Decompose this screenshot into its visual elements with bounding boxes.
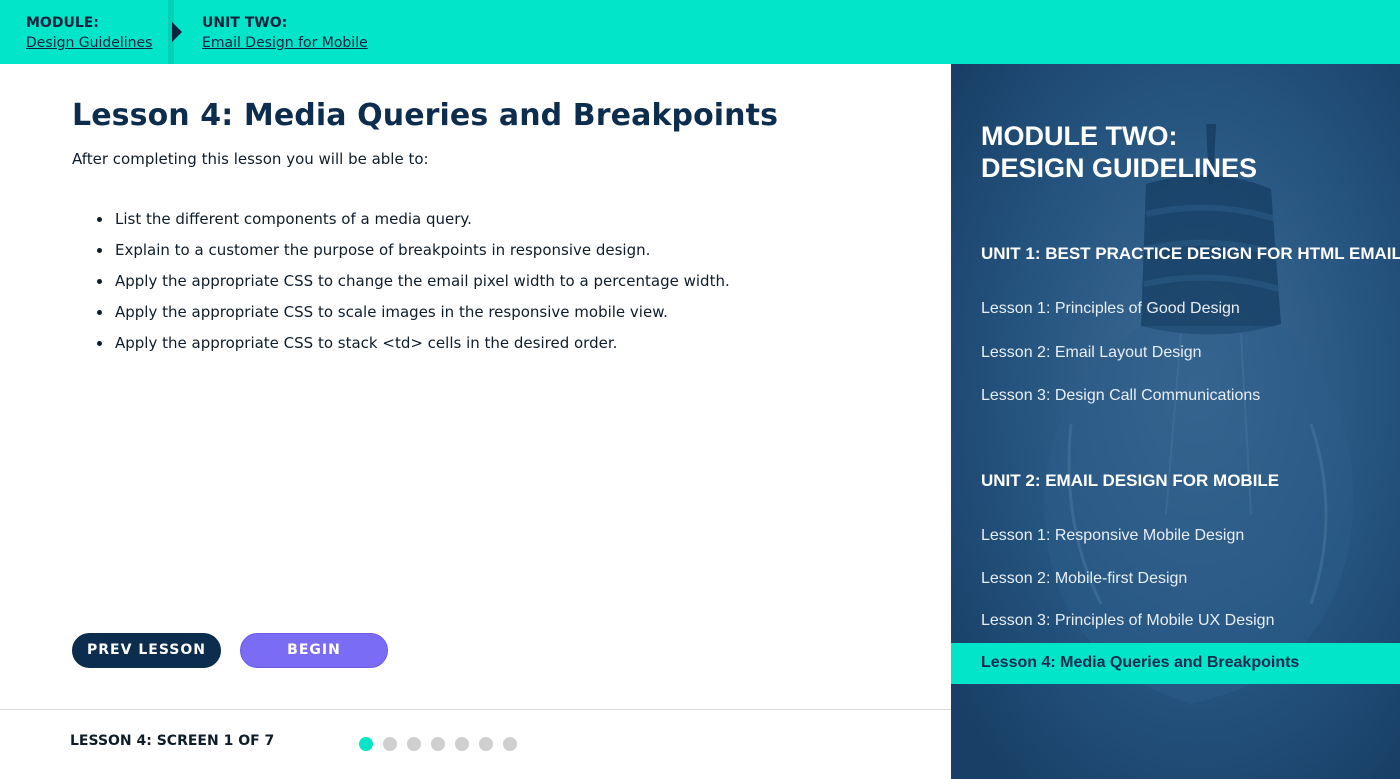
sidebar-lesson-current-label: Lesson 4: Media Queries and Breakpoints — [981, 654, 1300, 671]
objectives-list: List the different components of a media… — [97, 204, 730, 359]
lesson-intro: After completing this lesson you will be… — [72, 150, 429, 168]
sidebar-lesson-link[interactable]: Lesson 1: Responsive Mobile Design — [981, 527, 1244, 545]
pagination-dot-4[interactable] — [431, 737, 445, 751]
breadcrumb-arrow-icon — [172, 22, 182, 42]
begin-button[interactable]: BEGIN — [240, 633, 388, 668]
pagination-dot-2[interactable] — [383, 737, 397, 751]
pagination-dot-5[interactable] — [455, 737, 469, 751]
sidebar-lesson-link[interactable]: Lesson 2: Mobile-first Design — [981, 570, 1187, 588]
sidebar-unit-1-heading: UNIT 1: BEST PRACTICE DESIGN FOR HTML EM… — [981, 244, 1400, 263]
breadcrumb-module-label: MODULE: — [26, 15, 99, 31]
breadcrumb-module-link[interactable]: Design Guidelines — [26, 33, 152, 53]
screen-counter: LESSON 4: SCREEN 1 OF 7 — [70, 733, 275, 749]
lesson-content: Lesson 4: Media Queries and Breakpoints … — [0, 64, 951, 779]
sidebar-title-line1: MODULE TWO: — [981, 121, 1178, 151]
sidebar-module-title: MODULE TWO: DESIGN GUIDELINES — [981, 120, 1257, 184]
top-bar: MODULE: Design Guidelines UNIT TWO: Emai… — [0, 0, 1400, 64]
breadcrumb-unit-link[interactable]: Email Design for Mobile — [202, 33, 368, 53]
objective-item: Apply the appropriate CSS to scale image… — [97, 297, 730, 328]
sidebar-lesson-link[interactable]: Lesson 3: Design Call Communications — [981, 387, 1260, 405]
sidebar-unit-2-heading: UNIT 2: EMAIL DESIGN FOR MOBILE — [981, 471, 1280, 490]
sidebar-lesson-link[interactable]: Lesson 1: Principles of Good Design — [981, 300, 1240, 318]
objective-item: Apply the appropriate CSS to stack <td> … — [97, 328, 730, 359]
prev-lesson-button[interactable]: PREV LESSON — [72, 633, 221, 668]
screen-pagination — [359, 737, 527, 751]
pagination-dot-7[interactable] — [503, 737, 517, 751]
sidebar-lesson-link[interactable]: Lesson 2: Email Layout Design — [981, 344, 1202, 362]
breadcrumb-module: MODULE: Design Guidelines — [26, 13, 152, 53]
pagination-dot-6[interactable] — [479, 737, 493, 751]
sidebar-lesson-link[interactable]: Lesson 3: Principles of Mobile UX Design — [981, 612, 1274, 630]
pagination-dot-1[interactable] — [359, 737, 373, 751]
objective-item: List the different components of a media… — [97, 204, 730, 235]
sidebar-lesson-current[interactable]: Lesson 4: Media Queries and Breakpoints — [951, 643, 1400, 684]
breadcrumb-unit-label: UNIT TWO: — [202, 15, 288, 31]
sidebar-title-line2: DESIGN GUIDELINES — [981, 153, 1258, 183]
footer-divider — [0, 709, 951, 710]
module-sidebar: MODULE TWO: DESIGN GUIDELINES UNIT 1: BE… — [951, 64, 1400, 779]
breadcrumb-unit: UNIT TWO: Email Design for Mobile — [202, 13, 368, 53]
objective-item: Apply the appropriate CSS to change the … — [97, 266, 730, 297]
pagination-dot-3[interactable] — [407, 737, 421, 751]
page-title: Lesson 4: Media Queries and Breakpoints — [72, 98, 779, 133]
objective-item: Explain to a customer the purpose of bre… — [97, 235, 730, 266]
